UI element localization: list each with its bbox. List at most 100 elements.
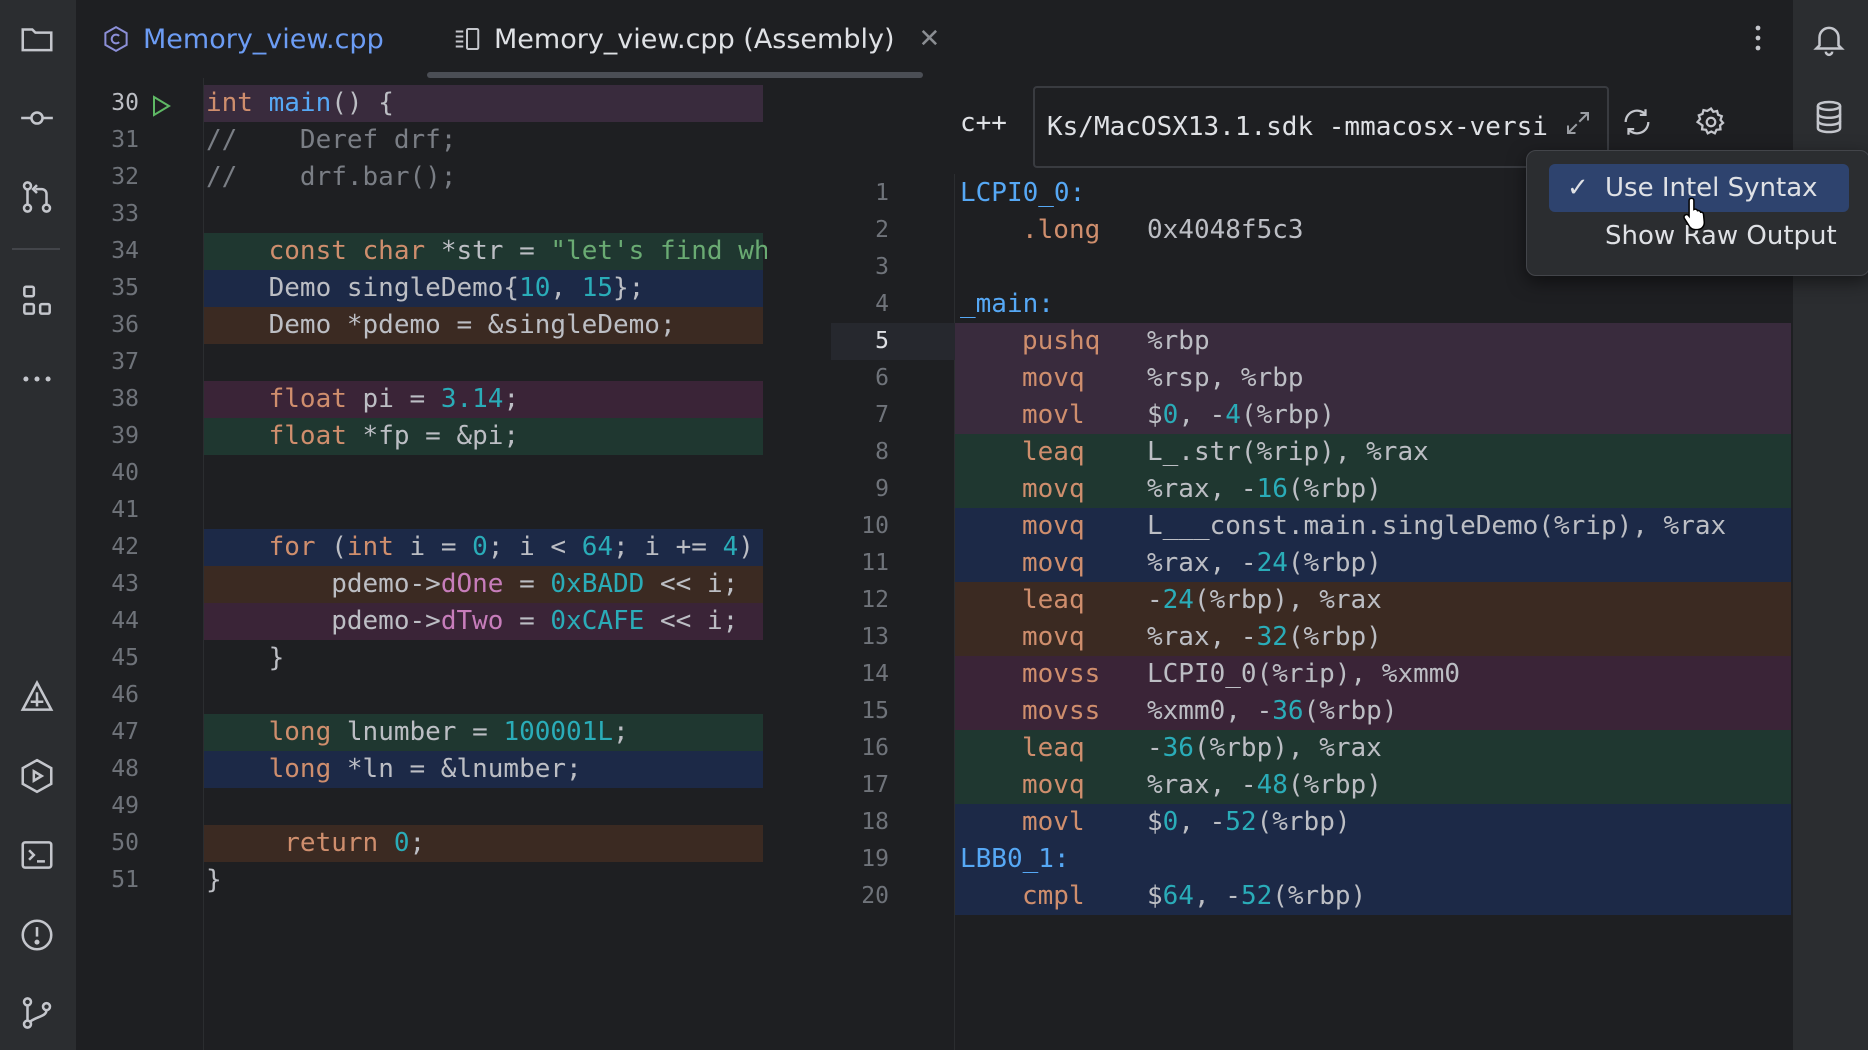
editor-line[interactable]: 43 pdemo->dOne = 0xBADD << i;: [77, 566, 767, 603]
code-token: 64: [581, 532, 614, 562]
compiler-flags-field[interactable]: Ks/MacOSX13.1.sdk -mmacosx-versi: [1033, 86, 1609, 168]
assembly-line[interactable]: 13 movq %rax, -32(%rbp): [767, 619, 1791, 656]
code-token: *ln = &lnumber;: [346, 754, 582, 784]
editor-line[interactable]: 39 float *fp = &pi;: [77, 418, 767, 455]
problems-icon[interactable]: [16, 914, 58, 956]
cpp-file-icon: [101, 24, 131, 54]
mapping-highlight: [955, 841, 1791, 878]
hand-cursor-icon: [1681, 196, 1711, 236]
build-icon[interactable]: [16, 676, 58, 718]
git-icon[interactable]: [16, 992, 58, 1034]
code-token: 10: [519, 273, 551, 303]
close-icon[interactable]: ✕: [919, 24, 941, 54]
editor-line[interactable]: 33: [77, 196, 767, 233]
assembly-line[interactable]: 8 leaq L_.str(%rip), %rax: [767, 434, 1791, 471]
assembly-line[interactable]: 5 pushq %rbp: [767, 323, 1791, 360]
code-text: Demo singleDemo{10, 15};: [206, 270, 645, 307]
code-token: ): [738, 532, 754, 562]
code-token: return: [206, 828, 394, 858]
editor-line[interactable]: 32 // drf.bar();: [77, 159, 767, 196]
asm-operands: %rsp, %rbp: [1147, 360, 1304, 397]
assembly-line[interactable]: 20 cmpl $64, -52(%rbp): [767, 878, 1791, 915]
code-token: };: [613, 273, 645, 303]
asm-mnemonic: movq: [1022, 548, 1085, 578]
editor-line[interactable]: 49: [77, 788, 767, 825]
editor-line[interactable]: 37: [77, 344, 767, 381]
line-number: 47: [111, 719, 139, 745]
editor-line[interactable]: 38 float pi = 3.14;: [77, 381, 767, 418]
more-icon[interactable]: [16, 358, 58, 400]
expand-icon[interactable]: [1563, 108, 1593, 145]
code-token: ;: [409, 828, 426, 858]
assembly-line[interactable]: 7 movl $0, -4(%rbp): [767, 397, 1791, 434]
line-number: 50: [111, 830, 139, 856]
editor-line[interactable]: 40: [77, 455, 767, 492]
operand-token: L_.str(%rip), %rax: [1147, 437, 1429, 467]
code-token: for: [206, 532, 332, 562]
editor-line[interactable]: 50 return 0;: [77, 825, 767, 862]
code-token: 0xBADD: [550, 569, 645, 599]
editor-line[interactable]: 42 for (int i = 0; i < 64; i += 4): [77, 529, 767, 566]
assembly-view-icon: [452, 24, 482, 54]
notifications-icon[interactable]: [1808, 18, 1850, 60]
assembly-line[interactable]: 16 leaq -36(%rbp), %rax: [767, 730, 1791, 767]
code-token: pi =: [362, 384, 441, 414]
assembly-line[interactable]: 19 LBB0_1:: [767, 841, 1791, 878]
assembly-line[interactable]: 6 movq %rsp, %rbp: [767, 360, 1791, 397]
source-editor[interactable]: 29 30 int main() {31 // Deref drf; 32 // drf.…: [77, 78, 767, 1050]
activity-separator: [12, 248, 60, 250]
editor-line[interactable]: 34 const char *str = "let's find wh: [77, 233, 767, 270]
editor-line[interactable]: 45 }: [77, 640, 767, 677]
asm-mnemonic: .long: [1022, 215, 1101, 245]
folder-icon[interactable]: [16, 18, 58, 60]
assembly-line[interactable]: 10 movq L___const.main.singleDemo(%rip), %…: [767, 508, 1791, 545]
editor-line[interactable]: 36 Demo *pdemo = &singleDemo;: [77, 307, 767, 344]
refresh-icon[interactable]: [1615, 100, 1659, 144]
tab-memory-view-assembly[interactable]: Memory_view.cpp (Assembly) ✕: [452, 0, 940, 78]
run-icon[interactable]: [16, 755, 58, 797]
line-number: 4: [875, 291, 889, 317]
pull-requests-icon[interactable]: [16, 176, 58, 218]
code-token: () {: [331, 88, 394, 118]
editor-line[interactable]: 30 int main() {: [77, 85, 767, 122]
editor-line[interactable]: 44 pdemo->dTwo = 0xCAFE << i;: [77, 603, 767, 640]
database-icon[interactable]: [1808, 96, 1850, 138]
code-token: 4: [722, 532, 739, 562]
asm-operands: %rax, -24(%rbp): [1147, 545, 1382, 582]
editor-line[interactable]: 47 long lnumber = 100001L;: [77, 714, 767, 751]
gear-icon[interactable]: [1689, 100, 1733, 144]
assembly-line[interactable]: 12 leaq -24(%rbp), %rax: [767, 582, 1791, 619]
code-text: long *ln = &lnumber;: [206, 751, 582, 788]
assembly-line[interactable]: 4 _main:: [767, 286, 1791, 323]
operand-token: $: [1147, 807, 1163, 837]
editor-line[interactable]: 48 long *ln = &lnumber;: [77, 751, 767, 788]
assembly-line[interactable]: 11 movq %rax, -24(%rbp): [767, 545, 1791, 582]
editor-line[interactable]: 29: [77, 78, 767, 85]
activity-bar: [0, 0, 77, 1050]
code-text: long lnumber = 100001L;: [206, 714, 629, 751]
assembly-line[interactable]: 9 movq %rax, -16(%rbp): [767, 471, 1791, 508]
editor-line[interactable]: 51}: [77, 862, 767, 899]
editor-line[interactable]: 46: [77, 677, 767, 714]
editor-line[interactable]: 31 // Deref drf;: [77, 122, 767, 159]
editor-line[interactable]: 35 Demo singleDemo{10, 15};: [77, 270, 767, 307]
assembly-line[interactable]: 14 movss LCPI0_0(%rip), %xmm0: [767, 656, 1791, 693]
code-token: lnumber =: [346, 717, 504, 747]
operand-token: $: [1147, 881, 1163, 911]
line-number: 14: [861, 661, 889, 687]
code-token: 3.14: [440, 384, 504, 414]
assembly-line[interactable]: 17 movq %rax, -48(%rbp): [767, 767, 1791, 804]
terminal-icon[interactable]: [16, 834, 58, 876]
structure-icon[interactable]: [16, 280, 58, 322]
editor-line[interactable]: 41: [77, 492, 767, 529]
tab-memory-view-cpp[interactable]: Memory_view.cpp: [101, 0, 384, 78]
commit-icon[interactable]: [16, 97, 58, 139]
line-number: 46: [111, 682, 139, 708]
asm-mnemonic: movss: [1022, 659, 1101, 689]
asm-operands: 0x4048f5c3: [1147, 212, 1304, 249]
operand-token: (%rbp): [1240, 400, 1335, 430]
assembly-line[interactable]: 18 movl $0, -52(%rbp): [767, 804, 1791, 841]
line-number: 6: [875, 365, 889, 391]
tab-options-icon[interactable]: [1743, 18, 1773, 58]
assembly-line[interactable]: 15 movss %xmm0, -36(%rbp): [767, 693, 1791, 730]
